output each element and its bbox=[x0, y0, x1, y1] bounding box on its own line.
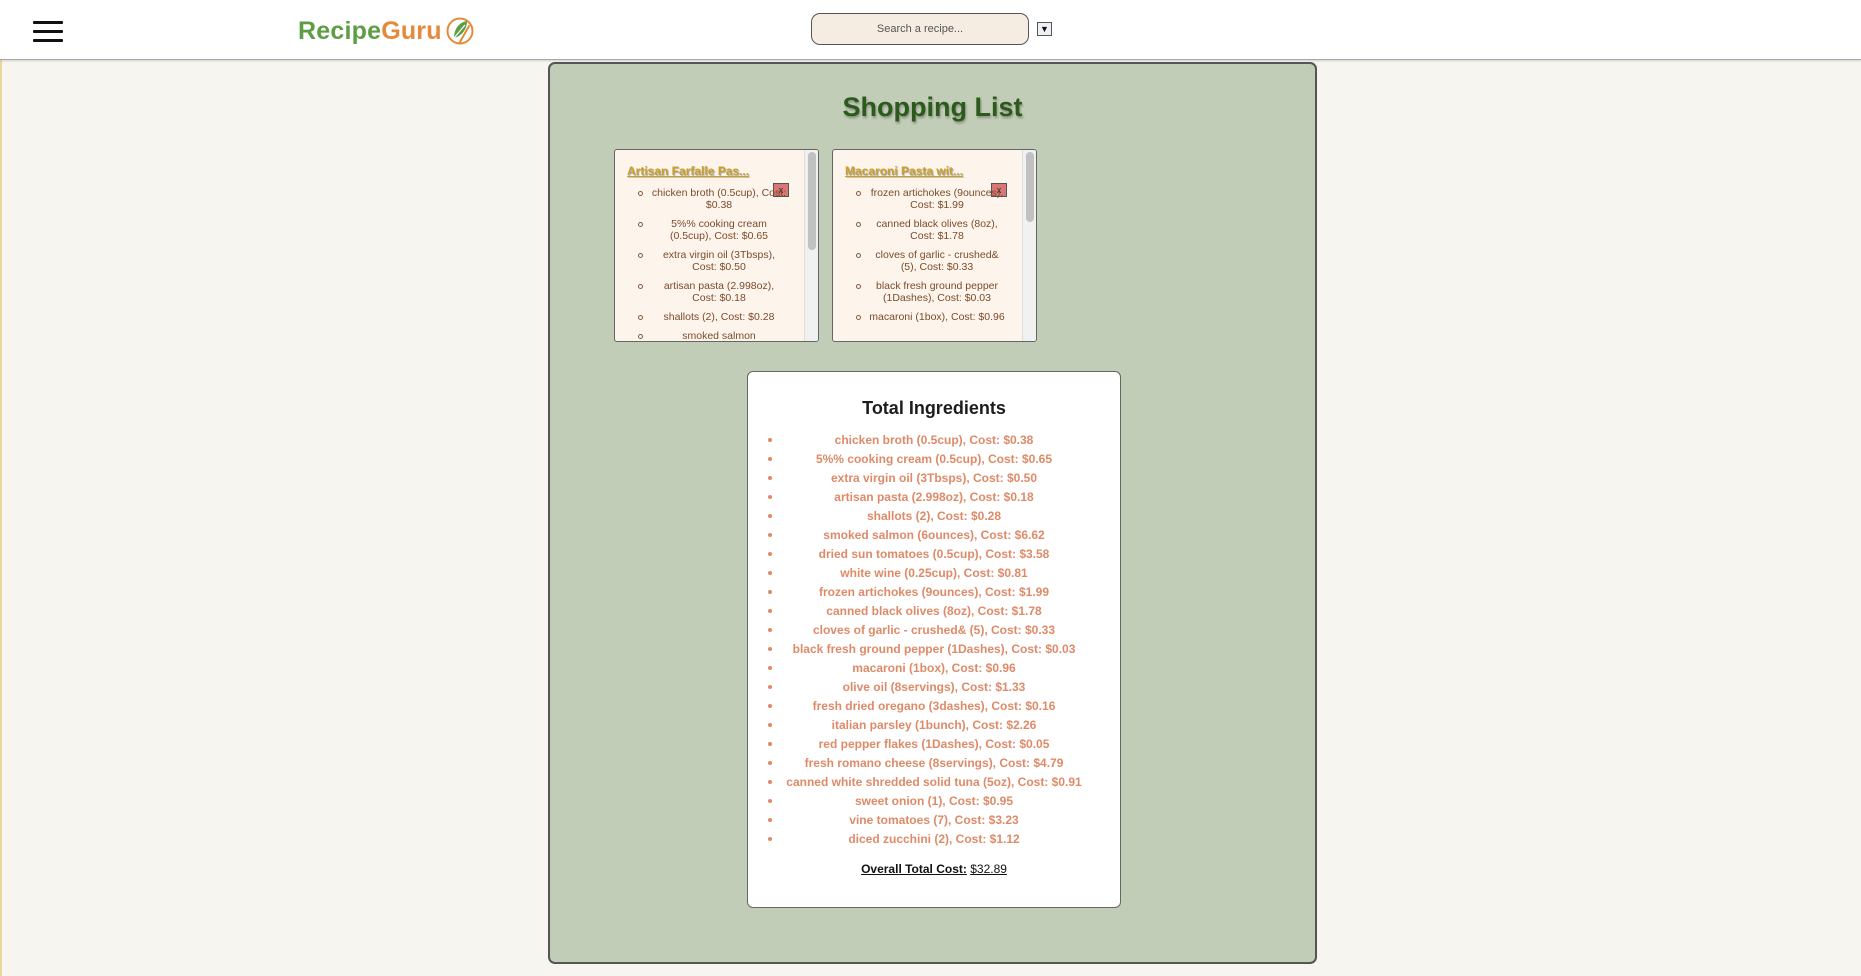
total-ingredient-item: black fresh ground pepper (1Dashes), Cos… bbox=[748, 642, 1120, 661]
total-ingredient-item: vine tomatoes (7), Cost: $3.23 bbox=[748, 813, 1120, 832]
logo-text: RecipeGuru bbox=[298, 17, 442, 46]
total-ingredient-item: canned white shredded solid tuna (5oz), … bbox=[748, 775, 1120, 794]
recipe-ingredient-item: frozen artichokes (9ounces), Cost: $1.99 bbox=[833, 187, 1005, 211]
total-ingredient-item: extra virgin oil (3Tbsps), Cost: $0.50 bbox=[748, 471, 1120, 490]
recipe-search-input[interactable] bbox=[811, 13, 1029, 45]
total-ingredient-item: cloves of garlic - crushed& (5), Cost: $… bbox=[748, 623, 1120, 642]
recipe-ingredient-item: cloves of garlic - crushed& (5), Cost: $… bbox=[833, 249, 1005, 273]
total-ingredient-item: fresh dried oregano (3dashes), Cost: $0.… bbox=[748, 699, 1120, 718]
total-ingredient-item: italian parsley (1bunch), Cost: $2.26 bbox=[748, 718, 1120, 737]
recipe-ingredient-item: artisan pasta (2.998oz), Cost: $0.18 bbox=[615, 280, 787, 304]
recipe-ingredient-item: canned black olives (8oz), Cost: $1.78 bbox=[833, 218, 1005, 242]
recipe-ingredient-item: macaroni (1box), Cost: $0.96 bbox=[833, 311, 1005, 323]
overall-total-value: $32.89 bbox=[970, 862, 1007, 876]
scrollbar-thumb[interactable] bbox=[1026, 152, 1034, 222]
card-scrollbar[interactable] bbox=[804, 150, 818, 341]
total-ingredient-item: fresh romano cheese (8servings), Cost: $… bbox=[748, 756, 1120, 775]
overall-total-label: Overall Total Cost: bbox=[861, 862, 967, 876]
recipe-ingredient-item: smoked salmon bbox=[615, 330, 787, 341]
card-scrollbar[interactable] bbox=[1022, 150, 1036, 341]
shopping-list-panel: Shopping List Artisan Farfalle Pas... x … bbox=[548, 62, 1317, 964]
leaf-spoon-logo-icon bbox=[446, 17, 474, 45]
total-ingredient-item: smoked salmon (6ounces), Cost: $6.62 bbox=[748, 528, 1120, 547]
hamburger-line bbox=[33, 39, 63, 42]
logo-text-recipe: Recipe bbox=[298, 16, 382, 45]
recipe-ingredient-list: chicken broth (0.5cup), Cost: $0.38 5%% … bbox=[615, 187, 787, 341]
total-ingredient-item: canned black olives (8oz), Cost: $1.78 bbox=[748, 604, 1120, 623]
recipe-ingredient-item: chicken broth (0.5cup), Cost: $0.38 bbox=[615, 187, 787, 211]
total-ingredients-box: Total Ingredients chicken broth (0.5cup)… bbox=[747, 371, 1121, 908]
recipe-card-content[interactable]: Artisan Farfalle Pas... x chicken broth … bbox=[615, 150, 804, 341]
total-ingredient-item: diced zucchini (2), Cost: $1.12 bbox=[748, 832, 1120, 851]
recipe-ingredient-item: black fresh ground pepper (1Dashes), Cos… bbox=[833, 280, 1005, 304]
total-ingredient-item: chicken broth (0.5cup), Cost: $0.38 bbox=[748, 433, 1120, 452]
total-ingredient-item: shallots (2), Cost: $0.28 bbox=[748, 509, 1120, 528]
total-ingredients-list: chicken broth (0.5cup), Cost: $0.38 5%% … bbox=[748, 433, 1120, 851]
page-left-edge bbox=[0, 0, 2, 976]
recipe-card: Artisan Farfalle Pas... x chicken broth … bbox=[614, 149, 819, 342]
page-title: Shopping List bbox=[842, 92, 1023, 122]
total-ingredient-item: dried sun tomatoes (0.5cup), Cost: $3.58 bbox=[748, 547, 1120, 566]
top-header: RecipeGuru ▼ bbox=[0, 0, 1861, 60]
total-ingredient-item: sweet onion (1), Cost: $0.95 bbox=[748, 794, 1120, 813]
total-ingredient-item: olive oil (8servings), Cost: $1.33 bbox=[748, 680, 1120, 699]
overall-total-cost: Overall Total Cost: $32.89 bbox=[748, 862, 1120, 876]
recipe-card-content[interactable]: Macaroni Pasta wit... x frozen artichoke… bbox=[833, 150, 1022, 341]
recipe-card-title-link[interactable]: Macaroni Pasta wit... bbox=[845, 164, 995, 178]
recipe-ingredient-item: extra virgin oil (3Tbsps), Cost: $0.50 bbox=[615, 249, 787, 273]
recipe-ingredient-item: shallots (2), Cost: $0.28 bbox=[615, 311, 787, 323]
recipe-card: Macaroni Pasta wit... x frozen artichoke… bbox=[832, 149, 1037, 342]
total-ingredient-item: frozen artichokes (9ounces), Cost: $1.99 bbox=[748, 585, 1120, 604]
total-ingredients-title: Total Ingredients bbox=[862, 398, 1006, 418]
recipeguru-logo[interactable]: RecipeGuru bbox=[298, 14, 475, 48]
recipe-ingredient-list: frozen artichokes (9ounces), Cost: $1.99… bbox=[833, 187, 1005, 330]
total-ingredient-item: 5%% cooking cream (0.5cup), Cost: $0.65 bbox=[748, 452, 1120, 471]
recipe-card-title-link[interactable]: Artisan Farfalle Pas... bbox=[627, 164, 777, 178]
scrollbar-thumb[interactable] bbox=[808, 152, 816, 250]
total-ingredient-item: macaroni (1box), Cost: $0.96 bbox=[748, 661, 1120, 680]
total-ingredient-item: white wine (0.25cup), Cost: $0.81 bbox=[748, 566, 1120, 585]
recipe-ingredient-item: 5%% cooking cream (0.5cup), Cost: $0.65 bbox=[615, 218, 787, 242]
hamburger-line bbox=[33, 21, 63, 24]
total-ingredient-item: artisan pasta (2.998oz), Cost: $0.18 bbox=[748, 490, 1120, 509]
total-ingredient-item: red pepper flakes (1Dashes), Cost: $0.05 bbox=[748, 737, 1120, 756]
hamburger-menu-icon[interactable] bbox=[33, 21, 63, 43]
logo-text-guru: Guru bbox=[381, 16, 442, 45]
hamburger-line bbox=[33, 30, 63, 33]
search-dropdown-button[interactable]: ▼ bbox=[1037, 22, 1052, 36]
